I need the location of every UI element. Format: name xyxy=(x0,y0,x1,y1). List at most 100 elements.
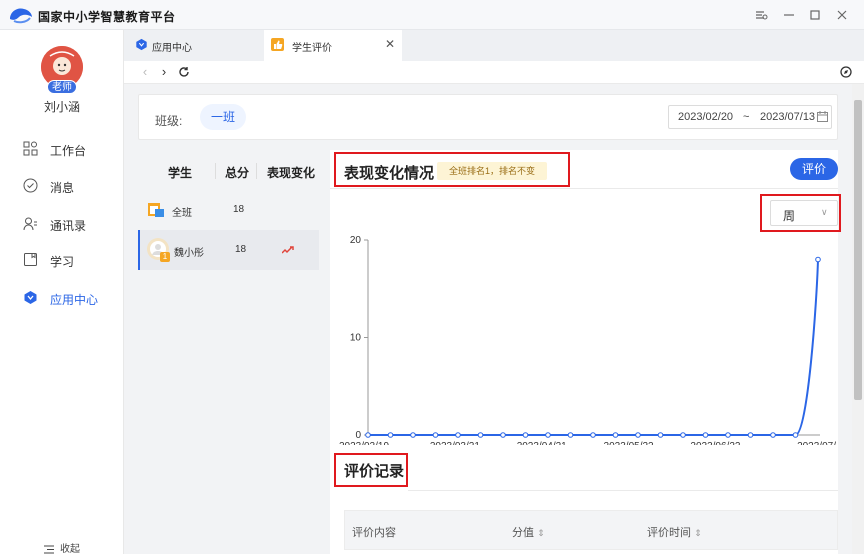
collapse-label: 收起 xyxy=(60,544,80,554)
student-name: 魏小彤 xyxy=(174,248,204,259)
data-point xyxy=(455,432,461,438)
data-point xyxy=(567,432,574,438)
divider xyxy=(215,163,216,179)
contacts-icon xyxy=(23,217,37,231)
performance-chart: 0 10 20 2023/02/19 2023/03/21 2023/04/21 2023/… xyxy=(339,235,836,445)
app-center-icon xyxy=(24,291,37,304)
message-check-icon xyxy=(23,178,38,193)
app-title: 国家中小学智慧教育平台 xyxy=(38,10,176,24)
study-icon xyxy=(24,253,37,266)
x-tick-label: 2023/03/21 xyxy=(430,441,480,445)
class-chip[interactable]: 一班 xyxy=(200,104,246,130)
y-tick-label: 10 xyxy=(350,333,362,344)
divider xyxy=(330,188,838,189)
student-list: 学生 总分 表现变化 全班 18 1 魏小彤 18 xyxy=(138,150,330,554)
minimize-icon[interactable] xyxy=(780,6,798,24)
sidebar-item-dashboard[interactable]: 工作台 xyxy=(0,135,124,163)
performance-panel: 表现变化情况 全班排名1，排名不变 评价 周 ∨ 010202023/02/19… xyxy=(330,150,841,554)
trend-up-icon xyxy=(282,246,294,254)
filter-card: 班级: 一班 2023/02/20 ~ 2023/07/13 xyxy=(138,94,838,140)
student-row-class[interactable]: 全班 18 xyxy=(138,190,319,230)
evaluate-button[interactable]: 评价 xyxy=(790,158,838,180)
sidebar-item-study[interactable]: 学习 xyxy=(0,246,124,274)
sidebar-item-label: 应用中心 xyxy=(50,293,99,307)
student-score: 18 xyxy=(233,204,245,215)
maximize-icon[interactable] xyxy=(806,6,824,24)
data-point xyxy=(522,432,529,438)
sidebar-item-label: 工作台 xyxy=(50,144,87,158)
scroll-thumb[interactable] xyxy=(854,100,862,400)
data-point xyxy=(657,432,664,438)
date-start: 2023/02/20 xyxy=(678,111,734,123)
app-logo-icon xyxy=(10,8,32,24)
sidebar-item-messages[interactable]: 消息 xyxy=(0,172,124,200)
y-tick-label: 20 xyxy=(350,235,362,246)
highlight-box xyxy=(760,194,841,232)
date-separator: ~ xyxy=(743,111,750,123)
close-icon[interactable] xyxy=(833,6,851,24)
y-tick-label: 0 xyxy=(355,430,361,441)
x-tick-label: 2023/06/22 xyxy=(690,441,740,445)
divider xyxy=(256,163,257,179)
data-point xyxy=(477,432,484,438)
data-point xyxy=(725,432,731,438)
col-time-label: 评价时间 xyxy=(647,527,691,539)
x-tick-label: 2023/05/22 xyxy=(604,441,654,445)
class-icon xyxy=(148,203,164,217)
sidebar-item-contacts[interactable]: 通讯录 xyxy=(0,210,124,238)
highlight-box xyxy=(334,152,570,187)
compass-icon[interactable] xyxy=(838,64,854,80)
settings-icon[interactable] xyxy=(752,6,770,24)
col-score[interactable]: 分值 ⇕ xyxy=(512,524,545,540)
data-point xyxy=(635,432,641,438)
student-name: 全班 xyxy=(172,208,192,219)
data-point xyxy=(612,432,619,438)
col-time[interactable]: 评价时间 ⇕ xyxy=(647,524,702,540)
data-point xyxy=(387,432,394,438)
menu-collapse-icon xyxy=(44,545,54,554)
col-trend: 表现变化 xyxy=(267,166,316,180)
collapse-button[interactable]: 收起 xyxy=(44,540,80,554)
data-point xyxy=(432,432,439,438)
sidebar-item-app-center[interactable]: 应用中心 xyxy=(0,284,124,312)
col-score-label: 分值 xyxy=(512,527,534,539)
sidebar-item-label: 消息 xyxy=(50,181,75,195)
data-point xyxy=(702,432,709,438)
data-point xyxy=(815,256,821,263)
calendar-icon xyxy=(817,111,828,122)
tab-close-icon[interactable]: ✕ xyxy=(385,37,395,51)
x-tick-label: 2023/04/21 xyxy=(517,441,567,445)
data-point xyxy=(747,432,754,438)
data-point xyxy=(545,432,551,438)
sidebar-item-label: 学习 xyxy=(50,255,75,269)
tab-label: 学生评价 xyxy=(292,43,332,54)
rank-badge: 1 xyxy=(160,252,170,262)
sort-icon: ⇕ xyxy=(537,528,545,538)
student-row-selected[interactable]: 1 魏小彤 18 xyxy=(138,230,319,270)
tab-app-center[interactable]: 应用中心 xyxy=(124,30,264,61)
data-point xyxy=(365,432,371,438)
series-line xyxy=(368,259,819,436)
nav-toolbar: ‹ › xyxy=(124,61,864,84)
x-tick-label: 2023/07/ xyxy=(797,441,836,445)
back-icon[interactable]: ‹ xyxy=(137,64,153,80)
refresh-icon[interactable] xyxy=(176,64,192,80)
title-bar: 国家中小学智慧教育平台 xyxy=(0,0,864,30)
student-score: 18 xyxy=(235,244,247,255)
class-label: 班级: xyxy=(155,114,183,128)
tab-student-evaluation[interactable]: 学生评价 ✕ xyxy=(264,30,402,61)
sort-icon: ⇕ xyxy=(694,528,702,538)
data-point xyxy=(410,432,416,438)
tab-bar: 应用中心 学生评价 ✕ xyxy=(124,30,864,61)
scrollbar[interactable] xyxy=(852,84,864,554)
x-tick-label: 2023/02/19 xyxy=(339,441,389,445)
user-name: 刘小涵 xyxy=(43,100,80,114)
date-range-picker[interactable]: 2023/02/20 ~ 2023/07/13 xyxy=(668,105,832,129)
data-point xyxy=(590,432,596,438)
tab-label: 应用中心 xyxy=(152,43,192,54)
col-student: 学生 xyxy=(168,166,193,180)
forward-icon[interactable]: › xyxy=(156,64,172,80)
divider xyxy=(408,490,838,491)
records-table-header: 评价内容 分值 ⇕ 评价时间 ⇕ xyxy=(344,510,838,550)
app-center-icon xyxy=(136,38,147,51)
